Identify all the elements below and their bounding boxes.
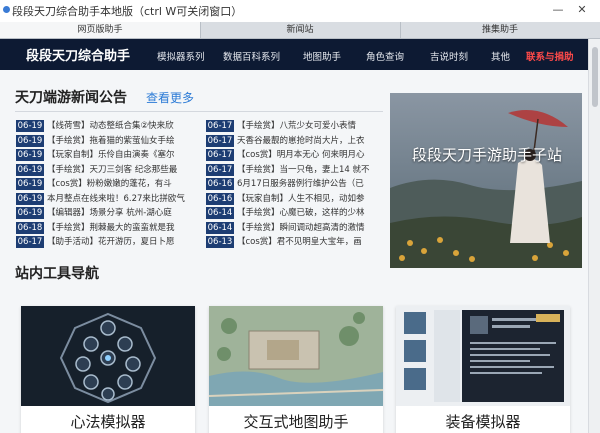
vertical-scrollbar[interactable]	[588, 39, 600, 433]
news-title[interactable]: 本月整点在线来啦！6.27来比拼欧气	[47, 192, 193, 206]
news-item[interactable]: 06-14 【手绘赏】瞬间调动超高清的激情	[206, 221, 386, 236]
site-nav-bar: 段段天刀综合助手 模拟器系列 数据百科系列 地图助手 角色查询 吉说时刻 其他 …	[0, 39, 588, 70]
card-label: 装备模拟器	[445, 413, 521, 431]
tab-push-assistant[interactable]: 推集助手	[400, 22, 600, 38]
news-date: 06-19	[16, 192, 44, 205]
news-item[interactable]: 06-14 【手绘赏】心魔已破，这样的少林	[206, 206, 386, 221]
news-title[interactable]: 【手绘赏】荆棘最大的蛮蛮就是我	[47, 221, 193, 235]
skill-tree-icon	[21, 306, 195, 406]
news-date: 06-14	[206, 221, 234, 234]
news-list-right: 06-17 【手绘赏】八荒少女可爱小表情 06-17 天香谷最靓的崽抢时尚大片，上衣…	[206, 119, 386, 250]
nav-item-character-query[interactable]: 角色查询	[366, 49, 404, 63]
news-date: 06-14	[206, 207, 234, 219]
news-date: 06-19	[16, 163, 44, 176]
card-label: 交互式地图助手	[243, 413, 349, 431]
news-item[interactable]: 06-16 【玩家自制】人生不相见，动如参	[206, 192, 386, 207]
news-date: 06-19	[16, 134, 44, 147]
main-content: 天刀端游新闻公告 查看更多 06-19 【线荷雪】动态整纸合集②快来欣 06-19…	[0, 70, 588, 433]
scrollbar-thumb[interactable]	[592, 47, 598, 107]
news-item[interactable]: 06-17 【助手活动】花开游历，夏日卜愿	[16, 235, 196, 250]
app-window: 段段天刀综合助手本地版（ctrl W可关闭窗口） — ✕ 网页版助手 新闻站 推…	[0, 0, 600, 433]
news-title[interactable]: 【cos赏】君不见明皇大宝年，画	[237, 235, 383, 249]
news-date: 06-17	[206, 163, 234, 176]
news-date: 06-17	[16, 236, 44, 248]
news-title[interactable]: 【玩家自制】人生不相见，动如参	[237, 192, 383, 206]
news-item[interactable]: 06-13 【cos赏】君不见明皇大宝年，画	[206, 235, 386, 250]
tab-strip: 网页版助手 新闻站 推集助手	[0, 22, 600, 39]
nav-item-other[interactable]: 其他	[491, 49, 510, 63]
tab-news-site[interactable]: 新闻站	[200, 22, 401, 38]
news-item[interactable]: 06-17 【手绘赏】当一只龟，妻上14 就不	[206, 163, 386, 178]
news-item[interactable]: 06-19 【手绘赏】拖着猫的紫萤仙女手绘	[16, 134, 196, 149]
view-more-link[interactable]: 查看更多	[146, 89, 194, 106]
news-item[interactable]: 06-16 6月17日服务器例行维护公告（已	[206, 177, 386, 192]
banner-artwork	[390, 93, 582, 268]
card-label: 心法模拟器	[70, 413, 146, 431]
news-item[interactable]: 06-17 天香谷最靓的崽抢时尚大片，上衣	[206, 134, 386, 149]
news-date: 06-19	[16, 120, 44, 132]
nav-item-simulators[interactable]: 模拟器系列	[157, 49, 205, 63]
close-button[interactable]: ✕	[574, 3, 590, 17]
news-title[interactable]: 【手绘赏】天刀三剑客 纪念那些最	[47, 163, 193, 177]
news-date: 06-19	[16, 178, 44, 190]
news-date: 06-16	[206, 178, 234, 190]
news-item[interactable]: 06-17 【手绘赏】八荒少女可爱小表情	[206, 119, 386, 134]
app-icon	[3, 6, 10, 13]
news-date: 06-16	[206, 192, 234, 205]
mobile-subsite-banner[interactable]: 段段天刀手游助手子站	[390, 93, 582, 268]
news-title[interactable]: 【手绘赏】心魔已破，这样的少林	[237, 206, 383, 220]
tool-card-mind-simulator[interactable]: 心法模拟器	[21, 306, 195, 433]
nav-item-encyclopedia[interactable]: 数据百科系列	[223, 49, 280, 63]
tab-web-assistant[interactable]: 网页版助手	[0, 22, 201, 38]
news-list-left: 06-19 【线荷雪】动态整纸合集②快来欣 06-19 【手绘赏】拖着猫的紫萤仙女手…	[16, 119, 196, 250]
nav-item-moments[interactable]: 吉说时刻	[430, 49, 468, 63]
tools-section-title: 站内工具导航	[15, 266, 99, 282]
banner-text: 段段天刀手游助手子站	[411, 146, 562, 164]
title-bar: 段段天刀综合助手本地版（ctrl W可关闭窗口） — ✕	[0, 0, 600, 23]
news-title[interactable]: 【线荷雪】动态整纸合集②快来欣	[47, 119, 193, 133]
news-title[interactable]: 【助手活动】花开游历，夏日卜愿	[47, 235, 193, 249]
news-item[interactable]: 06-19 本月整点在线来啦！6.27来比拼欧气	[16, 192, 196, 207]
news-title[interactable]: 【编辑器】场景分享 杭州-湖心庭	[47, 206, 193, 220]
news-title[interactable]: 【手绘赏】拖着猫的紫萤仙女手绘	[47, 134, 193, 148]
minimize-button[interactable]: —	[550, 3, 566, 17]
map-icon	[209, 306, 383, 406]
equipment-panel-icon	[396, 306, 570, 406]
news-title[interactable]: 【手绘赏】瞬间调动超高清的激情	[237, 221, 383, 235]
news-item[interactable]: 06-19 【cos赏】粉粉嫩嫩的蓬花，有斗	[16, 177, 196, 192]
news-date: 06-17	[206, 120, 234, 132]
news-date: 06-18	[16, 221, 44, 234]
news-date: 06-19	[16, 149, 44, 161]
news-item[interactable]: 06-17 【cos赏】明月本无心 何来明月心	[206, 148, 386, 163]
news-title[interactable]: 天香谷最靓的崽抢时尚大片，上衣	[237, 134, 383, 148]
news-title[interactable]: 【玩家自制】乐伶自由演奏《塞尔	[47, 148, 193, 162]
nav-item-contact-donate[interactable]: 联系与捐助	[526, 49, 574, 63]
news-divider	[15, 111, 383, 112]
news-title[interactable]: 【手绘赏】当一只龟，妻上14 就不	[237, 163, 383, 177]
news-title[interactable]: 【cos赏】粉粉嫩嫩的蓬花，有斗	[47, 177, 193, 191]
news-title[interactable]: 6月17日服务器例行维护公告（已	[237, 177, 383, 191]
news-title[interactable]: 【cos赏】明月本无心 何来明月心	[237, 148, 383, 162]
news-section-title: 天刀端游新闻公告	[15, 90, 127, 106]
news-item[interactable]: 06-19 【手绘赏】天刀三剑客 纪念那些最	[16, 163, 196, 178]
tool-card-equipment-simulator[interactable]: 装备模拟器	[396, 306, 570, 433]
news-date: 06-17	[206, 149, 234, 161]
news-title[interactable]: 【手绘赏】八荒少女可爱小表情	[237, 119, 383, 133]
news-item[interactable]: 06-19 【线荷雪】动态整纸合集②快来欣	[16, 119, 196, 134]
news-item[interactable]: 06-19 【玩家自制】乐伶自由演奏《塞尔	[16, 148, 196, 163]
news-date: 06-17	[206, 134, 234, 147]
news-item[interactable]: 06-19 【编辑器】场景分享 杭州-湖心庭	[16, 206, 196, 221]
news-item[interactable]: 06-18 【手绘赏】荆棘最大的蛮蛮就是我	[16, 221, 196, 236]
window-title: 段段天刀综合助手本地版（ctrl W可关闭窗口）	[12, 5, 243, 18]
site-brand[interactable]: 段段天刀综合助手	[26, 45, 130, 64]
nav-item-map[interactable]: 地图助手	[303, 49, 341, 63]
news-date: 06-19	[16, 207, 44, 219]
news-date: 06-13	[206, 236, 234, 248]
tool-card-interactive-map[interactable]: 交互式地图助手	[209, 306, 383, 433]
